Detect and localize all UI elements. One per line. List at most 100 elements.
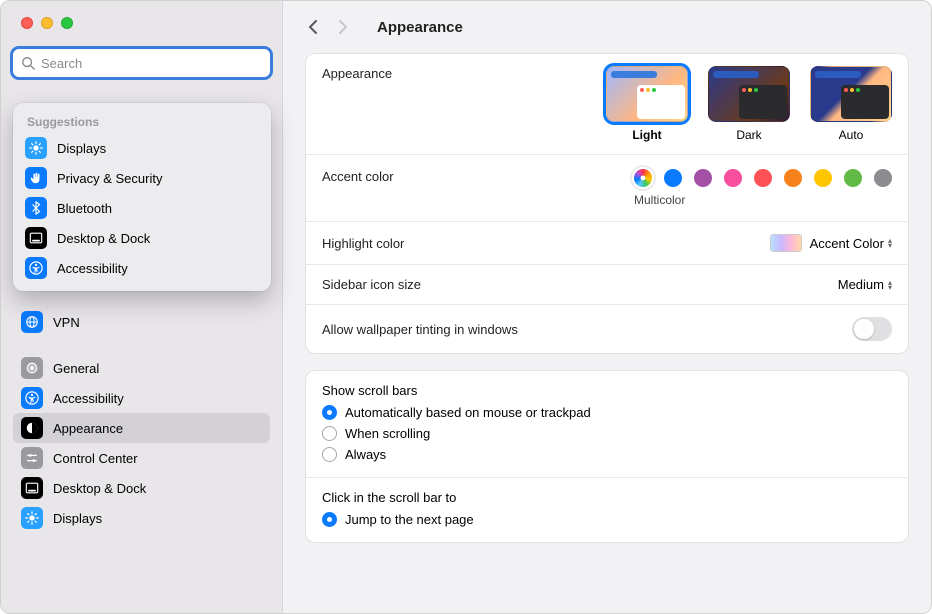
suggestion-label: Desktop & Dock (57, 231, 150, 246)
accessibility-icon (25, 257, 47, 279)
appearance-thumb-light[interactable]: Light (606, 66, 688, 142)
suggestion-item[interactable]: Accessibility (13, 253, 271, 283)
highlight-color-row: Highlight color Accent Color ▴▾ (306, 222, 908, 265)
suggestions-header: Suggestions (13, 111, 271, 133)
sidebar-item-label: Accessibility (53, 391, 124, 406)
accent-swatch-orange[interactable] (784, 169, 802, 187)
sidebar-item-label: Displays (53, 511, 102, 526)
main-panel: Appearance Appearance Light Dark Auto Acce… (283, 1, 931, 613)
sidebar-icon-size-row: Sidebar icon size Medium ▴▾ (306, 265, 908, 305)
appearance-label: Appearance (322, 66, 392, 81)
sidebar-item-label: VPN (53, 315, 80, 330)
highlight-color-value: Accent Color (810, 236, 884, 251)
appearance-thumb-dark[interactable]: Dark (708, 66, 790, 142)
sidebar-item[interactable]: Desktop & Dock (13, 473, 270, 503)
hand-icon (25, 167, 47, 189)
accent-swatch-red[interactable] (754, 169, 772, 187)
sidebar-item[interactable]: VPN (13, 307, 270, 337)
scrollbars-header: Show scroll bars (306, 371, 908, 402)
gear-icon (21, 357, 43, 379)
forward-button[interactable] (331, 16, 353, 38)
settings-window: Suggestions Displays Privacy & Security Bl… (0, 0, 932, 614)
sun-icon (21, 507, 43, 529)
suggestion-item[interactable]: Bluetooth (13, 193, 271, 223)
radio-option[interactable]: When scrolling (322, 423, 892, 444)
globe-icon (21, 311, 43, 333)
radio-button[interactable] (322, 512, 337, 527)
appearance-thumb-label: Dark (736, 128, 761, 142)
sun-icon (25, 137, 47, 159)
radio-label: Always (345, 447, 386, 462)
sidebar-icon-size-value: Medium (838, 277, 884, 292)
accent-color-sub: Multicolor (634, 193, 685, 207)
page-title: Appearance (377, 19, 463, 36)
appearance-row: Appearance Light Dark Auto (306, 54, 908, 155)
accessibility-icon (21, 387, 43, 409)
suggestion-item[interactable]: Privacy & Security (13, 163, 271, 193)
search-icon (21, 56, 35, 70)
sidebar-item-label: Control Center (53, 451, 138, 466)
wallpaper-tinting-label: Allow wallpaper tinting in windows (322, 322, 518, 337)
search-suggestions-popover: Suggestions Displays Privacy & Security Bl… (13, 103, 271, 291)
content-scroll[interactable]: Appearance Light Dark Auto Accent color Mu… (283, 53, 931, 559)
radio-label: When scrolling (345, 426, 430, 441)
minimize-window-button[interactable] (41, 17, 53, 29)
radio-option[interactable]: Jump to the next page (322, 509, 892, 530)
search-field-container (13, 49, 270, 77)
search-input[interactable] (13, 49, 270, 77)
suggestion-item[interactable]: Desktop & Dock (13, 223, 271, 253)
accent-swatch-pink[interactable] (724, 169, 742, 187)
wallpaper-tinting-row: Allow wallpaper tinting in windows (306, 305, 908, 353)
highlight-color-swatch (770, 234, 802, 252)
radio-button[interactable] (322, 405, 337, 420)
back-button[interactable] (303, 16, 325, 38)
scroll-card: Show scroll bars Automatically based on … (305, 370, 909, 543)
accent-swatch-graphite[interactable] (874, 169, 892, 187)
sidebar-item-label: General (53, 361, 99, 376)
sidebar-item[interactable]: General (13, 353, 270, 383)
topbar: Appearance (283, 1, 931, 53)
sidebar-item[interactable]: Control Center (13, 443, 270, 473)
sidebar-icon-size-label: Sidebar icon size (322, 277, 421, 292)
accent-swatch-purple[interactable] (694, 169, 712, 187)
radio-button[interactable] (322, 426, 337, 441)
window-controls (1, 1, 282, 29)
sidebar: Suggestions Displays Privacy & Security Bl… (1, 1, 283, 613)
sidebar-item[interactable]: Displays (13, 503, 270, 533)
highlight-color-popup[interactable]: Accent Color ▴▾ (810, 236, 892, 251)
suggestion-label: Displays (57, 141, 106, 156)
suggestion-label: Accessibility (57, 261, 128, 276)
bluetooth-icon (25, 197, 47, 219)
appearance-icon (21, 417, 43, 439)
chevron-updown-icon: ▴▾ (888, 280, 892, 290)
appearance-thumb-preview (708, 66, 790, 122)
accent-color-label: Accent color (322, 169, 394, 184)
radio-option[interactable]: Always (322, 444, 892, 465)
radio-option[interactable]: Automatically based on mouse or trackpad (322, 402, 892, 423)
sidebar-item-label: Desktop & Dock (53, 481, 146, 496)
sidebar-item[interactable]: Accessibility (13, 383, 270, 413)
appearance-thumb-label: Light (632, 128, 661, 142)
accent-swatch-blue[interactable] (664, 169, 682, 187)
click-scrollbar-header: Click in the scroll bar to (306, 478, 908, 509)
chevron-updown-icon: ▴▾ (888, 238, 892, 248)
radio-button[interactable] (322, 447, 337, 462)
sidebar-icon-size-popup[interactable]: Medium ▴▾ (838, 277, 892, 292)
sliders-icon (21, 447, 43, 469)
sidebar-item-label: Appearance (53, 421, 123, 436)
sidebar-item[interactable]: Appearance (13, 413, 270, 443)
accent-swatch-yellow[interactable] (814, 169, 832, 187)
close-window-button[interactable] (21, 17, 33, 29)
appearance-thumb-preview (606, 66, 688, 122)
accent-color-row: Accent color Multicolor (306, 155, 908, 222)
suggestion-label: Privacy & Security (57, 171, 162, 186)
appearance-thumb-preview (810, 66, 892, 122)
suggestion-item[interactable]: Displays (13, 133, 271, 163)
wallpaper-tinting-toggle[interactable] (852, 317, 892, 341)
zoom-window-button[interactable] (61, 17, 73, 29)
appearance-thumb-auto[interactable]: Auto (810, 66, 892, 142)
radio-label: Automatically based on mouse or trackpad (345, 405, 591, 420)
accent-swatch-multicolor[interactable] (634, 169, 652, 187)
appearance-thumb-label: Auto (839, 128, 864, 142)
accent-swatch-green[interactable] (844, 169, 862, 187)
